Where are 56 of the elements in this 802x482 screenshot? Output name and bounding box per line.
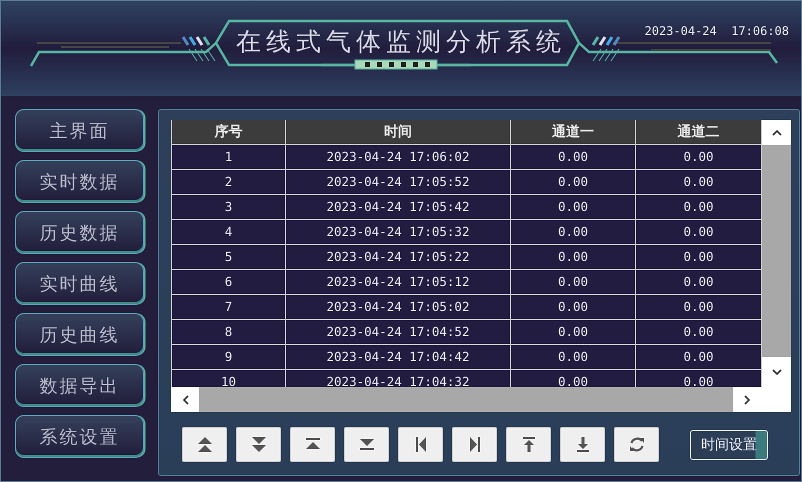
nav-button[interactable]: 实时曲线 [15,262,144,305]
table-cell: 2023-04-24 17:05:12 [286,270,511,295]
table-cell: 0.00 [511,345,636,370]
table-cell: 2023-04-24 17:05:52 [286,170,511,195]
time-settings-button[interactable]: 时间设置 [690,430,768,460]
toolbar-button[interactable] [614,427,659,462]
table-cell: 0.00 [511,245,636,270]
column-header: 时间 [286,120,511,145]
table-cell: 2023-04-24 17:04:42 [286,345,511,370]
nav-button[interactable]: 系统设置 [15,415,144,458]
column-header: 通道一 [511,120,636,145]
table-cell: 7 [171,295,286,320]
table-cell: 0.00 [511,145,636,170]
table-cell: 2023-04-24 17:04:52 [286,320,511,345]
table-cell: 2023-04-24 17:06:02 [286,145,511,170]
table-cell: 2023-04-24 17:05:32 [286,220,511,245]
nav-button[interactable]: 历史曲线 [15,313,144,356]
table-cell: 3 [171,195,286,220]
table-cell: 2023-04-24 17:05:02 [286,295,511,320]
horizontal-scrollbar[interactable] [171,387,762,412]
table-cell: 4 [171,220,286,245]
toolbar-button[interactable] [506,427,551,462]
scroll-left-icon[interactable] [182,394,188,404]
toolbar-button[interactable] [398,427,443,462]
table-cell: 6 [171,270,286,295]
scroll-up-icon[interactable] [772,129,782,136]
table-cell: 2 [171,170,286,195]
nav-button[interactable]: 主界面 [15,109,144,152]
table-cell: 8 [171,320,286,345]
column-header: 序号 [171,120,286,145]
toolbar-button[interactable] [182,427,227,462]
column-header: 通道二 [636,120,762,145]
nav-button[interactable]: 历史数据 [15,211,144,254]
datetime: 2023-04-24 17:06:08 [644,24,789,38]
toolbar-button[interactable] [290,427,335,462]
nav-button[interactable]: 实时数据 [15,160,144,203]
app-title: 在线式气体监测分析系统 [236,26,566,58]
table-cell: 0.00 [511,170,636,195]
table-cell: 0.00 [511,295,636,320]
table-cell: 0.00 [511,220,636,245]
toolbar-button[interactable] [560,427,605,462]
table-cell: 0.00 [511,270,636,295]
table-cell: 0.00 [511,320,636,345]
scroll-right-icon[interactable] [744,394,751,404]
scroll-down-icon[interactable] [772,368,782,376]
toolbar-button[interactable] [344,427,389,462]
table-cell: 5 [171,245,286,270]
toolbar-button[interactable] [452,427,497,462]
nav-button[interactable]: 数据导出 [15,364,144,407]
table-cell: 1 [171,145,286,170]
vertical-scrollbar[interactable] [762,120,791,387]
table-cell: 9 [171,345,286,370]
table-cell: 2023-04-24 17:05:42 [286,195,511,220]
toolbar-button[interactable] [236,427,281,462]
table-cell: 2023-04-24 17:05:22 [286,245,511,270]
table-cell: 0.00 [511,195,636,220]
